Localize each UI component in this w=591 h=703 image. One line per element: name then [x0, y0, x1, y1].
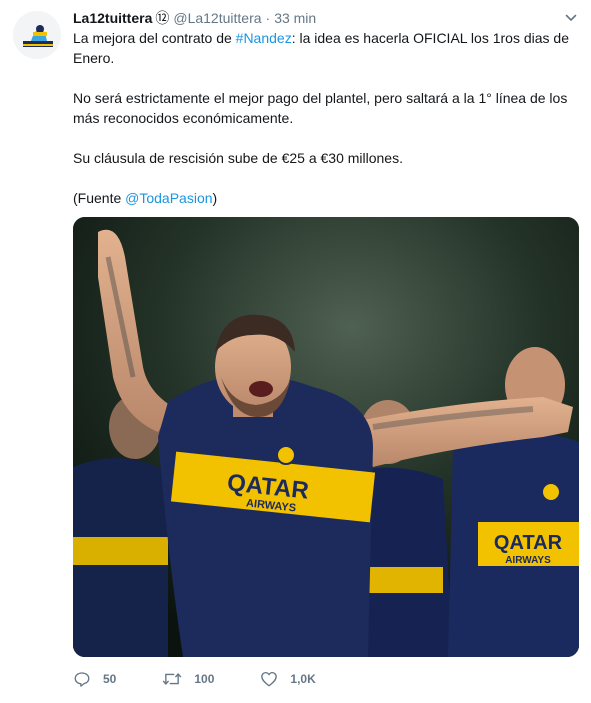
tweet-photo[interactable]: QATAR AIRWAYS QATAR AIRWAYS: [73, 217, 579, 657]
reply-count: 50: [103, 672, 117, 686]
avatar[interactable]: [13, 11, 61, 59]
jersey-sponsor-right-sub: AIRWAYS: [505, 555, 551, 566]
reply-icon[interactable]: [73, 670, 91, 688]
reply-action[interactable]: 50: [73, 670, 116, 688]
tweet-header: La12tuittera ⑫ @La12tuittera · 33 min: [73, 9, 316, 27]
text-segment: La mejora del contrato de: [73, 30, 236, 46]
retweet-action[interactable]: 100: [162, 670, 214, 688]
team-badge: ⑫: [155, 10, 170, 26]
jersey-sponsor-right: QATAR: [494, 532, 563, 554]
chevron-down-icon[interactable]: [565, 12, 577, 24]
tweet-text: La mejora del contrato de #Nandez: la id…: [73, 28, 578, 208]
paragraph-4: (Fuente @TodaPasion): [73, 188, 578, 208]
avatar-image: [13, 11, 61, 59]
heart-icon[interactable]: [260, 670, 278, 688]
text-segment: ): [212, 190, 218, 206]
like-count: 1,0K: [290, 672, 316, 686]
user-handle[interactable]: @La12tuittera: [173, 10, 261, 26]
retweet-icon[interactable]: [162, 670, 182, 688]
hashtag-link[interactable]: #Nandez: [236, 30, 292, 46]
mention-link[interactable]: @TodaPasion: [125, 190, 212, 206]
paragraph-2: No será estrictamente el mejor pago del …: [73, 90, 568, 126]
text-segment: (Fuente: [73, 190, 126, 206]
like-action[interactable]: 1,0K: [260, 670, 316, 688]
display-name[interactable]: La12tuittera: [73, 10, 152, 26]
photo-illustration: QATAR AIRWAYS QATAR AIRWAYS: [73, 217, 579, 657]
tweet-actions: 50 100 1,0K: [73, 668, 362, 690]
tweet[interactable]: La12tuittera ⑫ @La12tuittera · 33 min La mej…: [0, 0, 591, 703]
paragraph-3: Su cláusula de rescisión sube de €25 a €…: [73, 150, 403, 166]
retweet-count: 100: [194, 672, 215, 686]
separator-dot: ·: [265, 10, 271, 26]
paragraph-1: La mejora del contrato de #Nandez: la id…: [73, 28, 578, 68]
timestamp[interactable]: 33 min: [274, 10, 316, 26]
